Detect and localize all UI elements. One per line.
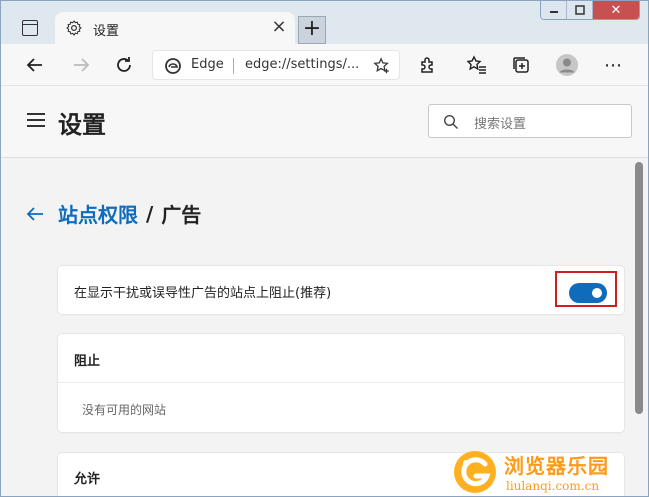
block-ads-label: 在显示干扰或误导性广告的站点上阻止(推荐)	[74, 286, 332, 301]
settings-page: 设置 搜索设置 站点权限 / 广告 在显示干扰或误导性广告的站点上阻止(推荐) …	[1, 86, 648, 497]
minimize-icon	[549, 11, 558, 13]
extensions-button[interactable]	[415, 52, 441, 78]
favorites-icon	[467, 55, 486, 74]
page-title: 设置	[58, 111, 106, 139]
block-ads-setting: 在显示干扰或误导性广告的站点上阻止(推荐)	[58, 266, 624, 314]
search-placeholder: 搜索设置	[474, 117, 527, 132]
profile-button[interactable]	[554, 52, 580, 78]
arrow-left-icon	[26, 58, 42, 72]
search-icon	[443, 114, 458, 129]
block-list-heading: 阻止	[74, 354, 101, 369]
maximize-icon	[574, 5, 585, 15]
refresh-icon	[117, 57, 131, 72]
add-favorite-icon[interactable]	[373, 57, 391, 75]
minimize-button[interactable]	[541, 0, 567, 19]
window-close-button[interactable]: ✕	[593, 0, 639, 19]
scrollbar-thumb[interactable]	[635, 162, 643, 414]
site-name: Edge	[191, 57, 224, 72]
allow-list-heading: 允许	[74, 472, 101, 487]
window-controls: ✕	[540, 0, 640, 20]
browser-toolbar: Edge edge://settings/... ⋯	[0, 44, 649, 86]
title-bar: 设置 × + ✕	[0, 0, 649, 46]
breadcrumb-current: 广告	[161, 203, 202, 227]
toggle-knob	[592, 288, 602, 298]
tab-close-button[interactable]: ×	[269, 17, 289, 37]
favorites-button[interactable]	[464, 52, 490, 78]
block-ads-toggle[interactable]	[569, 283, 607, 303]
refresh-button[interactable]	[111, 52, 137, 78]
search-input[interactable]: 搜索设置	[428, 104, 632, 138]
url-text[interactable]: edge://settings/...	[245, 57, 359, 72]
avatar-icon	[556, 54, 578, 76]
divider	[58, 382, 624, 383]
new-tab-button[interactable]: +	[298, 16, 326, 44]
close-icon: ✕	[610, 2, 622, 18]
more-options-button[interactable]: ⋯	[600, 52, 626, 78]
highlight-box	[555, 271, 617, 307]
collections-button[interactable]	[508, 52, 534, 78]
breadcrumb: 站点权限 / 广告	[25, 199, 201, 228]
breadcrumb-site-permissions-link[interactable]: 站点权限	[58, 199, 138, 228]
breadcrumb-separator: /	[146, 201, 154, 226]
address-separator	[233, 58, 234, 74]
collections-icon	[513, 57, 529, 73]
watermark-logo-icon	[454, 450, 496, 493]
menu-icon[interactable]	[27, 113, 45, 127]
watermark-subtitle: liulanqi.com.cn	[506, 479, 600, 493]
maximize-button[interactable]	[567, 0, 593, 19]
settings-header: 设置 搜索设置	[1, 86, 648, 158]
back-button[interactable]	[22, 52, 48, 78]
block-list-empty-text: 没有可用的网站	[82, 403, 167, 417]
forward-button[interactable]	[68, 52, 94, 78]
address-bar[interactable]: Edge edge://settings/...	[152, 50, 400, 80]
watermark-title: 浏览器乐园	[504, 454, 609, 478]
tab-title: 设置	[93, 24, 120, 39]
block-list-card: 阻止 没有可用的网站	[58, 334, 624, 432]
tab-settings[interactable]: 设置 ×	[55, 12, 295, 46]
edge-icon	[165, 58, 181, 74]
puzzle-icon	[421, 57, 433, 73]
gear-icon	[66, 20, 82, 36]
arrow-right-icon	[74, 58, 90, 72]
back-arrow-icon[interactable]	[25, 204, 45, 224]
tab-actions-icon[interactable]	[22, 20, 38, 36]
watermark: 浏览器乐园 liulanqi.com.cn	[452, 446, 649, 497]
